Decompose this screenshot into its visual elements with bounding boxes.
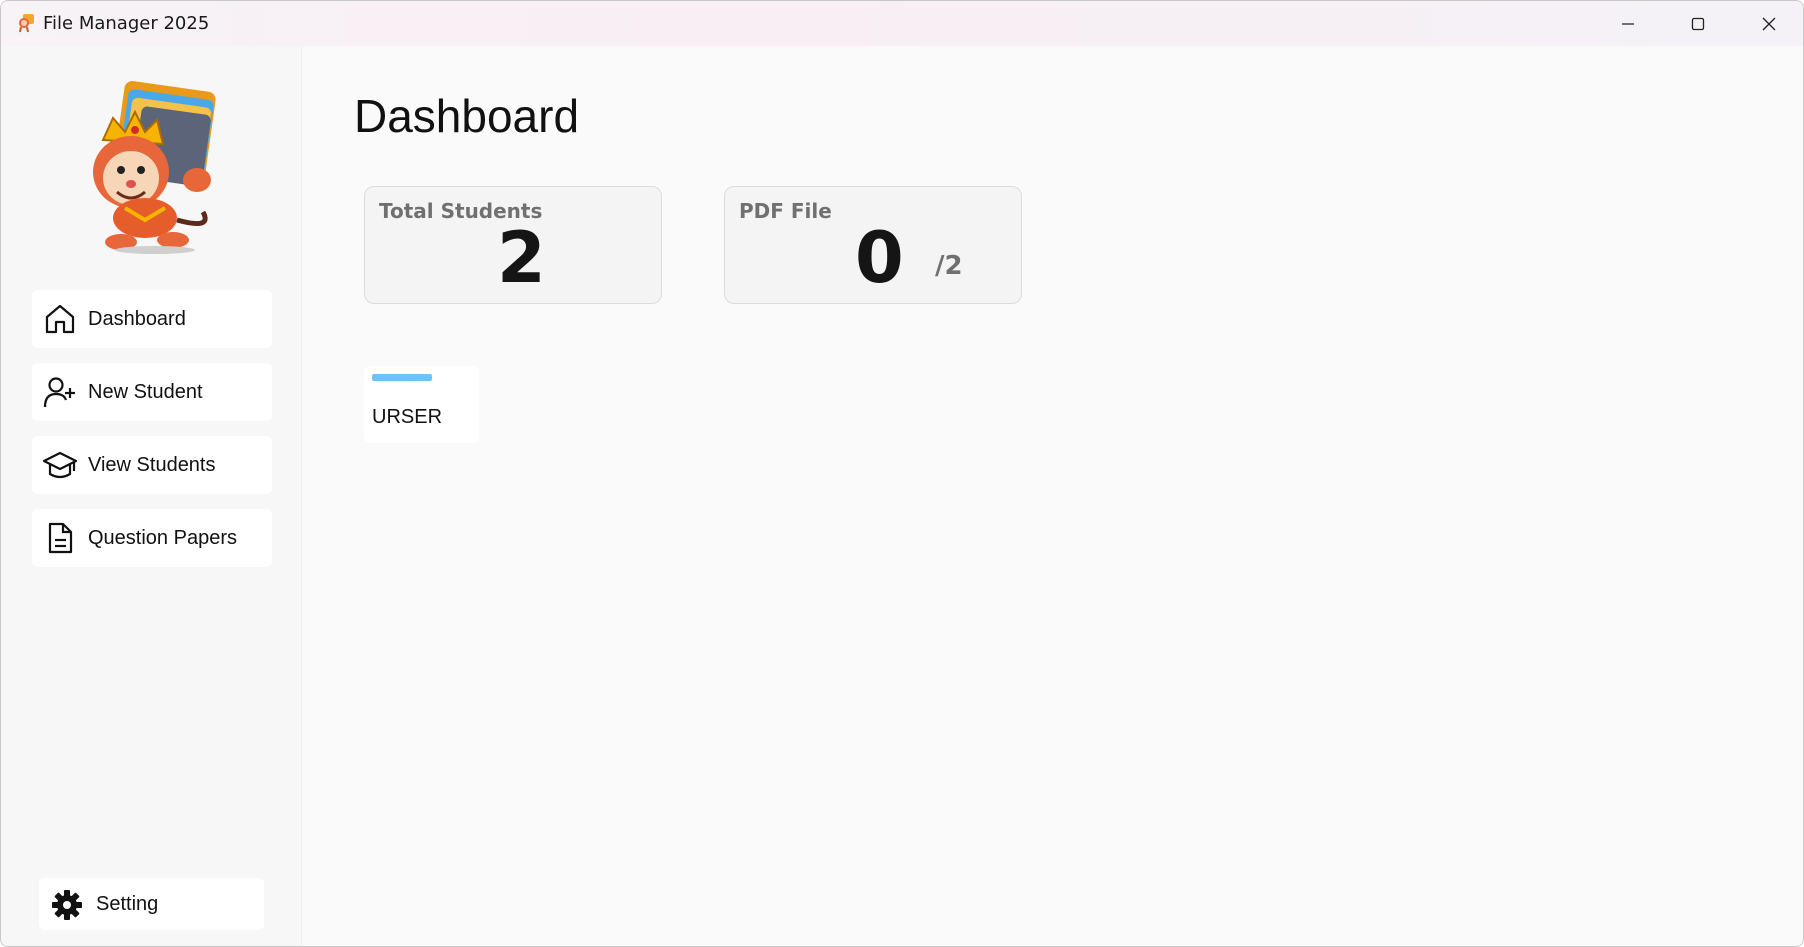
tile-label: URSER — [372, 406, 443, 428]
main-content: Dashboard Total Students 2 PDF File 0 /2… — [302, 46, 1803, 946]
total-students-card: Total Students 2 — [364, 186, 662, 304]
sidebar-item-new-student[interactable]: New Student — [32, 363, 272, 421]
document-icon — [42, 520, 78, 556]
home-icon — [42, 301, 78, 337]
card-value: 0 — [855, 217, 904, 299]
close-button[interactable] — [1734, 1, 1803, 46]
sidebar-item-label: New Student — [88, 381, 203, 403]
minimize-icon — [1622, 22, 1634, 25]
setting-button[interactable]: Setting — [39, 878, 264, 930]
urser-tile[interactable]: URSER — [364, 366, 479, 443]
graduation-cap-icon — [42, 447, 78, 483]
app-window: File Manager 2025 Dashboard New Student … — [0, 0, 1804, 947]
title-bar[interactable]: File Manager 2025 — [1, 1, 1803, 46]
tile-accent-bar — [372, 374, 432, 381]
gear-icon — [52, 890, 82, 920]
setting-label: Setting — [96, 893, 159, 915]
maximize-button[interactable] — [1663, 1, 1733, 46]
sidebar-item-question-papers[interactable]: Question Papers — [32, 509, 272, 567]
close-icon — [1762, 17, 1776, 30]
card-label: PDF File — [739, 199, 832, 223]
sidebar-item-dashboard[interactable]: Dashboard — [32, 290, 272, 348]
sidebar-item-view-students[interactable]: View Students — [32, 436, 272, 494]
app-icon — [19, 14, 34, 33]
mascot-logo — [93, 81, 216, 254]
pdf-file-card: PDF File 0 /2 — [724, 186, 1022, 304]
sidebar: Dashboard New Student View Students Ques… — [1, 46, 302, 946]
sidebar-item-label: Dashboard — [88, 308, 186, 330]
maximize-icon — [1691, 17, 1705, 30]
sidebar-item-label: Question Papers — [88, 527, 237, 549]
page-title: Dashboard — [354, 90, 580, 142]
sidebar-item-label: View Students — [88, 454, 216, 476]
card-value: 2 — [497, 217, 546, 299]
card-sub-value: /2 — [935, 251, 963, 281]
minimize-button[interactable] — [1593, 1, 1663, 46]
window-title: File Manager 2025 — [43, 13, 210, 34]
add-user-icon — [42, 374, 78, 410]
